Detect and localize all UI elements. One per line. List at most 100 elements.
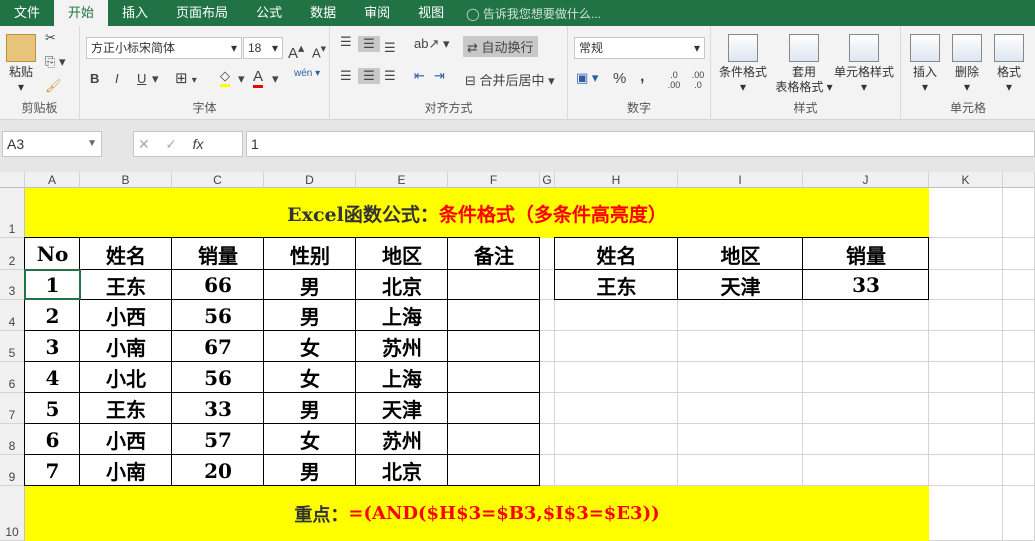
enter-icon[interactable]: ✓ (165, 136, 177, 152)
percent-button[interactable]: % (613, 70, 626, 87)
criteria-header-cell[interactable]: 销量 (803, 238, 929, 270)
table-cell[interactable]: 王东 (80, 393, 172, 424)
table-cell[interactable]: 56 (172, 300, 264, 331)
indent-decrease-icon[interactable]: ⇤ (414, 68, 425, 84)
table-cell[interactable] (448, 331, 540, 362)
bold-button[interactable]: B (90, 71, 99, 86)
table-cell[interactable]: 6 (25, 424, 80, 455)
table-cell[interactable] (448, 455, 540, 486)
note-cell[interactable]: 重点： =(AND($H$3=$B3,$I$3=$E3)) (25, 486, 929, 541)
formula-input[interactable]: 1 (246, 131, 1035, 157)
table-cell[interactable]: 女 (264, 331, 356, 362)
table-cell[interactable]: 7 (25, 455, 80, 486)
table-cell[interactable]: 20 (172, 455, 264, 486)
font-color-button[interactable]: A (253, 68, 264, 88)
fill-color-dropdown[interactable]: ▾ (238, 71, 245, 87)
title-cell[interactable]: Excel函数公式： 条件格式（多条件高亮度） (25, 188, 929, 238)
table-cell[interactable]: 上海 (356, 300, 448, 331)
table-cell[interactable]: 男 (264, 455, 356, 486)
delete-cells-button[interactable]: 删除 ▾ (949, 34, 985, 95)
italic-button[interactable]: I (115, 71, 119, 86)
border-icon[interactable]: ⊞ ▾ (175, 69, 197, 87)
table-cell[interactable]: 女 (264, 424, 356, 455)
cut-icon[interactable]: ✂ (45, 30, 56, 46)
table-cell[interactable]: 男 (264, 393, 356, 424)
font-name-select[interactable]: 方正小标宋简体 ▾ (86, 37, 242, 59)
column-header-J[interactable]: J (803, 172, 929, 188)
table-cell[interactable] (448, 300, 540, 331)
format-as-table-button[interactable]: 套用 表格格式 ▾ (773, 34, 835, 95)
row-header-2[interactable]: 2 (0, 238, 25, 270)
row-header-8[interactable]: 8 (0, 424, 25, 455)
align-top-icon[interactable]: ☰ (340, 34, 352, 50)
column-header-D[interactable]: D (264, 172, 356, 188)
column-header-I[interactable]: I (678, 172, 803, 188)
table-header-cell[interactable]: 地区 (356, 238, 448, 270)
select-all-corner[interactable] (0, 172, 25, 188)
underline-dropdown[interactable]: ▾ (152, 71, 159, 87)
column-header-C[interactable]: C (172, 172, 264, 188)
copy-icon[interactable]: ⎘ ▾ (45, 54, 66, 70)
table-cell[interactable]: 小西 (80, 300, 172, 331)
row-header-6[interactable]: 6 (0, 362, 25, 393)
column-header-H[interactable]: H (555, 172, 678, 188)
table-header-cell[interactable]: No (25, 238, 80, 270)
format-cells-button[interactable]: 格式 ▾ (991, 34, 1027, 95)
table-cell[interactable]: 2 (25, 300, 80, 331)
accounting-icon[interactable]: ▣ ▾ (576, 70, 598, 86)
column-header-E[interactable]: E (356, 172, 448, 188)
font-color-dropdown[interactable]: ▾ (272, 71, 279, 87)
tab-5[interactable]: 数据 (296, 0, 350, 26)
table-cell[interactable]: 56 (172, 362, 264, 393)
row-header-3[interactable]: 3 (0, 270, 25, 300)
tab-0[interactable]: 文件 (0, 0, 54, 26)
table-cell[interactable]: 小西 (80, 424, 172, 455)
criteria-value-cell[interactable]: 王东 (555, 270, 678, 300)
table-cell[interactable]: 小南 (80, 331, 172, 362)
paste-button[interactable]: 粘贴 ▾ (4, 34, 38, 95)
tab-2[interactable]: 插入 (108, 0, 162, 26)
orientation-icon[interactable]: ab↗ ▾ (414, 36, 450, 52)
decrease-decimal-button[interactable]: .00 .0 (688, 70, 708, 90)
cancel-icon[interactable]: ✕ (138, 136, 150, 152)
align-bottom-icon[interactable]: ☰ (384, 40, 396, 56)
align-right-icon[interactable]: ☰ (384, 68, 396, 84)
tab-4[interactable]: 公式 (242, 0, 296, 26)
table-header-cell[interactable]: 性别 (264, 238, 356, 270)
table-header-cell[interactable]: 姓名 (80, 238, 172, 270)
phonetic-button[interactable]: wén ▾ (294, 68, 320, 79)
criteria-value-cell[interactable]: 33 (803, 270, 929, 300)
table-cell[interactable]: 5 (25, 393, 80, 424)
table-cell[interactable]: 王东 (80, 270, 172, 300)
table-cell[interactable] (448, 362, 540, 393)
table-cell[interactable]: 66 (172, 270, 264, 300)
indent-increase-icon[interactable]: ⇥ (434, 68, 445, 84)
table-cell[interactable]: 女 (264, 362, 356, 393)
table-cell[interactable]: 33 (172, 393, 264, 424)
align-center-icon[interactable]: ☰ (358, 68, 380, 84)
wrap-text-button[interactable]: ⇄ 自动换行 (463, 36, 538, 57)
grow-font-button[interactable]: A▴ (288, 40, 304, 62)
column-header-A[interactable]: A (25, 172, 80, 188)
table-cell[interactable]: 小南 (80, 455, 172, 486)
insert-function-icon[interactable]: fx (193, 136, 204, 152)
fill-color-icon[interactable]: ◇ (220, 68, 230, 87)
criteria-header-cell[interactable]: 地区 (678, 238, 803, 270)
table-cell[interactable]: 小北 (80, 362, 172, 393)
table-header-cell[interactable]: 备注 (448, 238, 540, 270)
align-middle-icon[interactable]: ☰ (358, 36, 380, 52)
number-format-select[interactable]: 常规 ▾ (574, 37, 705, 59)
table-cell[interactable] (448, 270, 540, 300)
shrink-font-button[interactable]: A▾ (312, 42, 326, 60)
table-cell[interactable]: 北京 (356, 455, 448, 486)
column-header-F[interactable]: F (448, 172, 540, 188)
tab-1[interactable]: 开始 (54, 0, 109, 26)
table-header-cell[interactable]: 销量 (172, 238, 264, 270)
name-box[interactable]: A3 ▼ (2, 131, 102, 157)
underline-button[interactable]: U (137, 71, 146, 86)
table-cell[interactable]: 苏州 (356, 331, 448, 362)
format-painter-icon[interactable]: 🖌 (45, 78, 62, 94)
criteria-header-cell[interactable]: 姓名 (555, 238, 678, 270)
cell-styles-button[interactable]: 单元格样式 ▾ (831, 34, 897, 95)
worksheet-grid[interactable]: A B C D E F G H I J K 1 2 3 4 5 6 7 8 9 10 Excel函数公式： 条件格式（多条件… (0, 172, 1035, 541)
